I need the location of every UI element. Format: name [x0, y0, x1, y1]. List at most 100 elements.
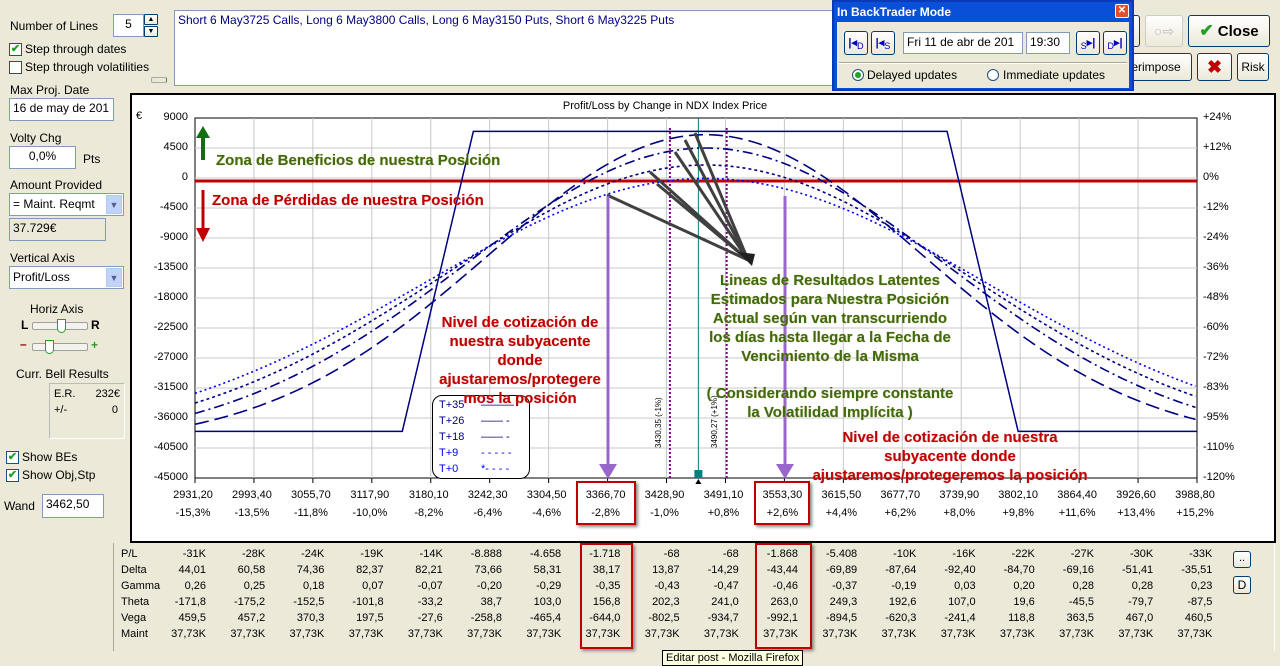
table-cell: 37,73K: [407, 628, 443, 640]
x-tick-label: 3988,80: [1175, 489, 1215, 501]
annotation-line: Estimados para Nuestra Posición: [710, 291, 950, 308]
table-cell: -175,2: [233, 596, 266, 608]
x-tick-pct-label: -13,5%: [234, 507, 270, 519]
table-cell: 37,73K: [348, 628, 384, 640]
table-cell: -69,16: [1062, 564, 1094, 576]
table-cell: 60,58: [237, 564, 266, 576]
table-cell: -30K: [1129, 548, 1154, 560]
table-cell: -87,5: [1187, 596, 1213, 608]
level-arrow-head: [776, 464, 794, 479]
annotation-line: nuestra subyacente: [449, 333, 591, 350]
table-cell: -0,47: [713, 580, 739, 592]
highlight-col-3553: [755, 543, 812, 649]
x-tick-label: 3553,30: [762, 489, 803, 501]
y-tick-label: -45000: [153, 471, 188, 483]
table-cell: -258,8: [470, 612, 502, 624]
profit-up-arrow-head: [196, 126, 210, 138]
table-cell: -14,29: [707, 564, 739, 576]
table-cell: -152,5: [293, 596, 325, 608]
table-cell: 0,07: [362, 580, 384, 592]
table-cell: 37,73K: [467, 628, 502, 640]
legend-sample: —— -: [481, 431, 510, 443]
x-tick-label: 2993,40: [232, 489, 272, 501]
legend-label: T+18: [439, 431, 465, 443]
table-cell: -14K: [419, 548, 443, 560]
x-tick-pct-label: +6,2%: [884, 507, 917, 519]
annotation-line: ajustaremos/protegeremos la posición: [812, 467, 1088, 484]
table-cell: -27K: [1070, 548, 1094, 560]
legend-label: T+0: [439, 463, 459, 475]
table-cell: 37,73K: [1118, 628, 1154, 640]
y-tick-label: -27000: [153, 351, 188, 363]
x-tick-label: 3428,90: [644, 489, 685, 501]
legend-label: T+9: [439, 447, 459, 459]
table-cell: -8.888: [470, 548, 502, 560]
table-cell: 0,25: [243, 580, 266, 592]
table-cell: 37,73K: [230, 628, 266, 640]
table-cell: 0,20: [1013, 580, 1035, 592]
y-tick-label: -22500: [153, 321, 188, 333]
table-cell: -24K: [301, 548, 325, 560]
y-tick-label-right: -12%: [1203, 201, 1229, 213]
table-cell: 58,31: [533, 564, 562, 576]
x-tick-label: 3242,30: [467, 489, 508, 501]
x-tick-pct-label: +11,6%: [1058, 507, 1096, 519]
table-cell: 460,5: [1184, 612, 1213, 624]
table-cell: 37,73K: [289, 628, 325, 640]
y-tick-label-right: -36%: [1203, 261, 1229, 273]
table-cell: 82,37: [356, 564, 384, 576]
more-button[interactable]: ..: [1233, 551, 1251, 568]
table-cell: -4.658: [529, 548, 562, 560]
table-cell: 37,73K: [881, 628, 917, 640]
table-cell: -241,4: [944, 612, 976, 624]
y-tick-label-right: -110%: [1203, 441, 1234, 453]
table-cell: 37,73K: [171, 628, 206, 640]
table-cell: 37,73K: [703, 628, 739, 640]
table-cell: -0,29: [536, 580, 562, 592]
table-cell: 0,03: [954, 580, 976, 592]
table-cell: 197,5: [356, 612, 384, 624]
table-cell: 0,26: [184, 580, 206, 592]
y-tick-label: -40500: [153, 441, 188, 453]
table-cell: 459,5: [178, 612, 206, 624]
pointer-arrow-head: [738, 252, 755, 266]
table-cell: 0,28: [1131, 580, 1154, 592]
y-tick-label-right: 0%: [1203, 171, 1219, 183]
table-cell: 82,21: [415, 564, 443, 576]
x-tick-label: 3864,40: [1057, 489, 1097, 501]
x-tick-label: 3304,50: [526, 489, 567, 501]
table-cell: 118,8: [1008, 612, 1035, 624]
greeks-table: P/L -31K -28K -24K -19K -14K -8.888 -4.658 -1.71…: [113, 543, 1275, 651]
table-cell: -27,6: [417, 612, 443, 624]
table-cell: 44,01: [178, 564, 206, 576]
annotation-line: los días hasta llegar a la Fecha de: [709, 329, 951, 346]
x-tick-pct-label: -6,4%: [473, 507, 503, 519]
table-cell: -92,40: [944, 564, 976, 576]
y-tick-label-right: -83%: [1203, 381, 1229, 393]
table-cell: 241,0: [711, 596, 739, 608]
table-cell: -620,3: [885, 612, 917, 624]
x-tick-label: 3366,70: [585, 489, 626, 501]
table-cell: 107,0: [948, 596, 976, 608]
d-button[interactable]: D: [1233, 576, 1251, 594]
current-price-pointer-icon: [695, 479, 702, 484]
table-cell: -465,4: [529, 612, 562, 624]
table-cell: -51,41: [1121, 564, 1154, 576]
x-tick-pct-label: +0,8%: [707, 507, 740, 519]
table-cell: 370,3: [296, 612, 325, 624]
x-tick-label: 3926,60: [1116, 489, 1156, 501]
y-tick-label-right: -95%: [1203, 411, 1229, 423]
current-price-marker: [694, 470, 703, 478]
row-label: Vega: [121, 612, 147, 624]
table-cell: -934,7: [707, 612, 739, 624]
x-tick-pct-label: -11,8%: [293, 507, 328, 519]
latent-lines-annotation: Lineas de Resultados Latentes Estimados …: [690, 271, 970, 366]
table-cell: -28K: [241, 548, 266, 560]
x-tick-pct-label: +4,4%: [825, 507, 858, 519]
table-cell: 363,5: [1066, 612, 1094, 624]
table-cell: 103,0: [533, 596, 562, 608]
annotation-line: Nivel de cotización de nuestra: [842, 429, 1058, 446]
x-tick-pct-label: +9,8%: [1002, 507, 1034, 519]
x-tick-pct-label: -2,8%: [591, 507, 620, 519]
table-cell: -22K: [1011, 548, 1035, 560]
